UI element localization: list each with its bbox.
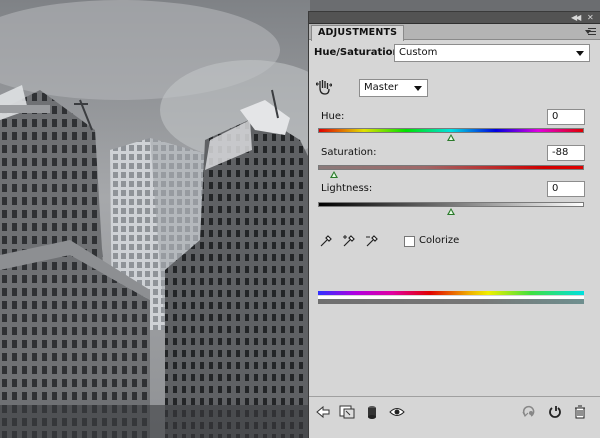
hue-label: Hue: <box>321 111 345 122</box>
hue-slider-thumb[interactable] <box>447 134 455 141</box>
panel-title-strip[interactable]: ◀◀ ✕ <box>309 12 600 24</box>
channel-value: Master <box>364 82 399 93</box>
lightness-label: Lightness: <box>321 183 373 194</box>
output-spectrum-bar <box>318 299 584 304</box>
adjustments-panel: ◀◀ ✕ ADJUSTMENTS Hue/Saturation Custom M… <box>308 11 600 438</box>
hue-input[interactable]: 0 <box>547 109 585 125</box>
visibility-mask-icon[interactable] <box>364 405 380 419</box>
lightness-slider-thumb[interactable] <box>447 208 455 215</box>
saturation-slider-track[interactable] <box>318 165 584 170</box>
eyedropper-icon[interactable] <box>319 234 333 248</box>
previous-state-icon[interactable] <box>521 405 537 419</box>
close-icon[interactable]: ✕ <box>587 12 594 24</box>
channel-dropdown[interactable]: Master <box>359 79 428 97</box>
clip-to-layer-icon[interactable] <box>339 405 355 419</box>
saturation-input[interactable]: -88 <box>547 145 585 161</box>
trash-icon[interactable] <box>572 405 588 419</box>
on-image-adjust-hand-icon[interactable] <box>316 78 332 96</box>
chevron-down-icon <box>414 86 422 91</box>
lightness-input[interactable]: 0 <box>547 181 585 197</box>
double-chevron-icon[interactable]: ◀◀ <box>571 12 581 24</box>
colorize-label: Colorize <box>419 235 460 246</box>
panel-bottom-toolbar <box>309 396 600 426</box>
reset-icon[interactable] <box>547 405 563 419</box>
chevron-down-icon <box>576 51 584 56</box>
preset-value: Custom <box>399 47 438 58</box>
eye-icon[interactable] <box>389 405 405 419</box>
input-spectrum-bar <box>318 291 584 295</box>
saturation-slider-thumb[interactable] <box>329 171 338 178</box>
preset-dropdown[interactable]: Custom <box>394 44 590 62</box>
adjustment-title: Hue/Saturation <box>314 47 400 58</box>
lightness-slider-track[interactable] <box>318 202 584 207</box>
saturation-label: Saturation: <box>321 147 377 158</box>
eyedropper-plus-icon[interactable] <box>342 234 356 248</box>
eyedropper-minus-icon[interactable] <box>365 234 379 248</box>
photoshop-workspace: ◀◀ ✕ ADJUSTMENTS Hue/Saturation Custom M… <box>0 0 600 438</box>
back-arrow-icon[interactable] <box>315 405 331 419</box>
tab-adjustments[interactable]: ADJUSTMENTS <box>311 25 405 41</box>
hue-slider-track[interactable] <box>318 128 584 133</box>
colorize-checkbox[interactable] <box>404 236 415 247</box>
document-canvas[interactable] <box>0 0 310 438</box>
panel-menu-icon[interactable] <box>585 26 597 37</box>
panel-tab-bar: ADJUSTMENTS <box>309 24 600 41</box>
